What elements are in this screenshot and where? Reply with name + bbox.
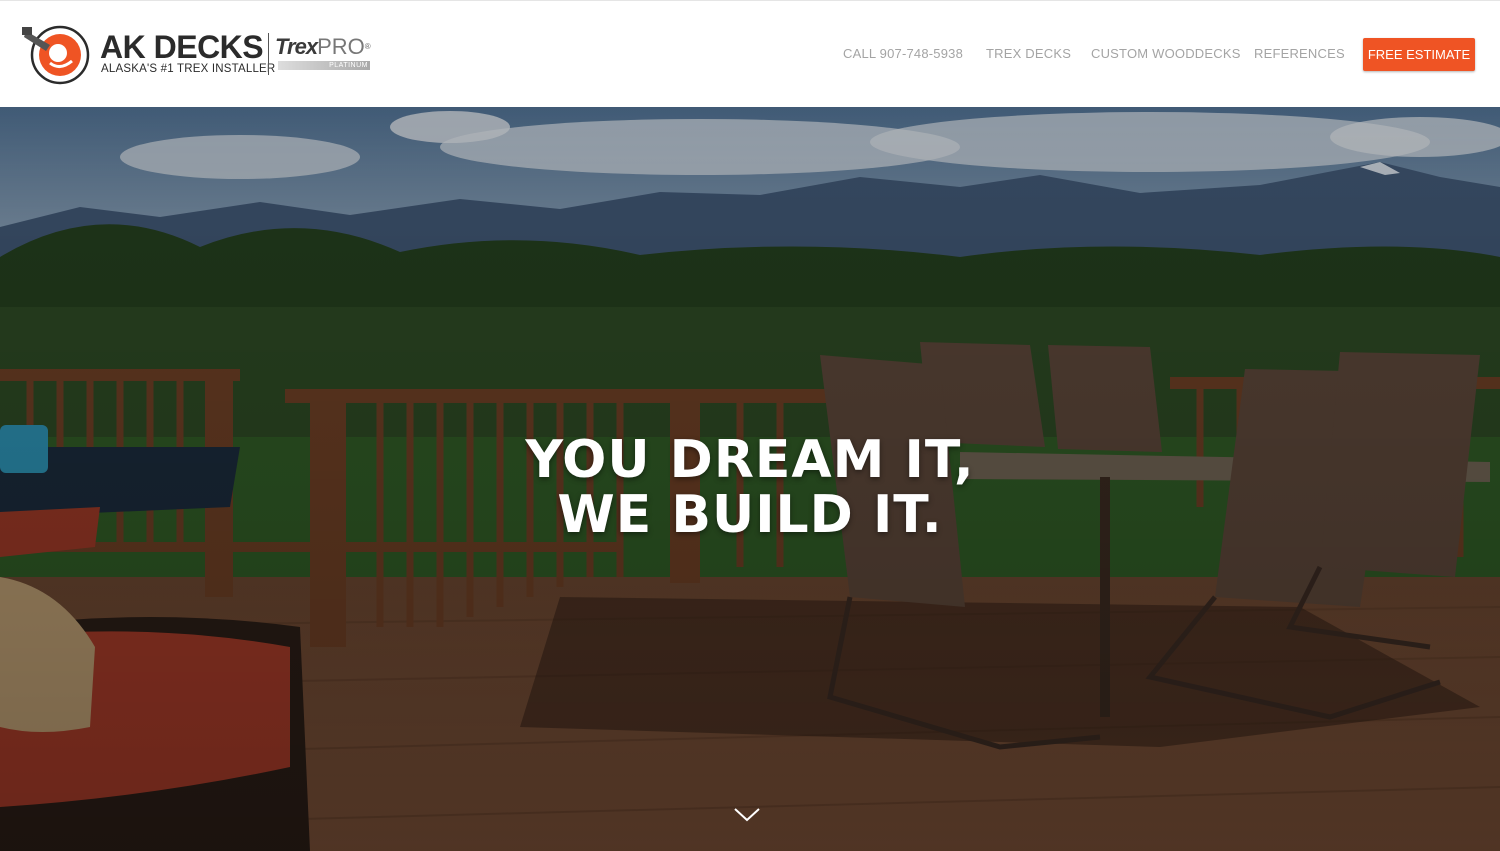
trexpro-logo: TrexPRO® <box>275 35 371 59</box>
brand-tagline: ALASKA'S #1 TREX INSTALLER <box>101 63 276 75</box>
hero-headline-line-2: WE BUILD IT. <box>557 485 943 545</box>
site-logo[interactable]: AK DECKS ALASKA'S #1 TREX INSTALLER Trex… <box>20 23 380 87</box>
hero-section: YOU DREAM IT, WE BUILD IT. <box>0 107 1500 851</box>
alaska-decks-badge-icon <box>22 25 90 85</box>
logo-divider <box>268 33 269 75</box>
registered-mark: ® <box>364 42 371 51</box>
platinum-tier-label: PLATINUM <box>278 61 370 70</box>
free-estimate-button[interactable]: FREE ESTIMATE <box>1363 38 1475 71</box>
pro-wordmark: PRO <box>317 34 365 59</box>
nav-call-phone[interactable]: CALL 907-748-5938 <box>843 46 963 61</box>
nav-trex-decks[interactable]: TREX DECKS <box>986 46 1071 61</box>
brand-name: AK DECKS <box>100 29 264 65</box>
hero-headline: YOU DREAM IT, WE BUILD IT. <box>0 433 1500 543</box>
site-header: AK DECKS ALASKA'S #1 TREX INSTALLER Trex… <box>0 0 1500 107</box>
trex-wordmark: Trex <box>275 34 318 59</box>
nav-references[interactable]: REFERENCES <box>1254 46 1345 61</box>
hero-headline-line-1: YOU DREAM IT, <box>525 430 975 490</box>
nav-custom-wooddecks[interactable]: CUSTOM WOODDECKS <box>1091 46 1241 61</box>
chevron-down-icon[interactable] <box>733 807 761 823</box>
